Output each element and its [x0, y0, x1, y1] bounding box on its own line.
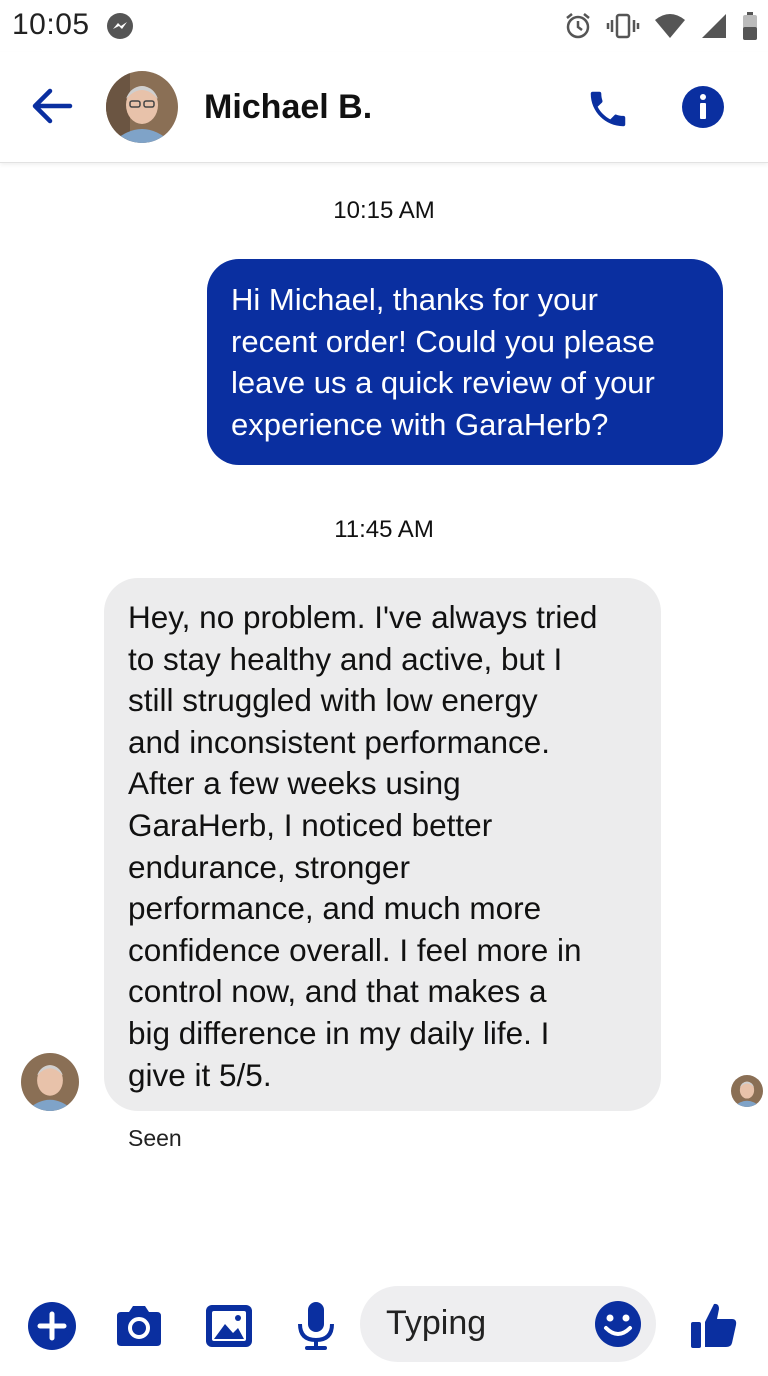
camera-icon[interactable] [113, 1300, 165, 1352]
status-time: 10:05 [12, 8, 90, 41]
status-bar: 10:05 [0, 0, 768, 52]
message-line: Hi Michael, thanks for your [231, 282, 598, 317]
alarm-icon [566, 13, 590, 39]
message-line: still struggled with low energy [128, 682, 538, 719]
message-line: give it 5/5. [128, 1056, 272, 1093]
messenger-icon [107, 13, 133, 39]
message-line: experience with GaraHerb? [231, 406, 609, 442]
message-line: recent order! Could you please [231, 323, 655, 359]
message-timestamp: 11:45 AM [334, 516, 434, 543]
signal-icon [702, 14, 726, 38]
contact-avatar[interactable] [106, 71, 178, 143]
message-line: After a few weeks using [128, 765, 461, 802]
chat-header: Michael B. [0, 52, 768, 163]
status-icons [564, 10, 758, 42]
outgoing-message-bubble[interactable]: Hi Michael, thanks for your recent order… [207, 259, 723, 465]
message-input-text[interactable]: Typing [386, 1304, 486, 1343]
message-line: big difference in my daily life. I [128, 1014, 550, 1051]
message-input[interactable]: Typing [360, 1286, 656, 1362]
message-line: endurance, stronger [128, 848, 410, 885]
incoming-message-bubble[interactable]: Hey, no problem. I've always tried to st… [104, 578, 661, 1111]
wifi-icon [655, 14, 685, 38]
microphone-icon[interactable] [290, 1300, 342, 1352]
info-icon[interactable] [680, 84, 726, 130]
emoji-icon[interactable] [594, 1300, 642, 1348]
message-line: GaraHerb, I noticed better [128, 806, 493, 843]
back-arrow-icon[interactable] [30, 86, 74, 126]
message-line: leave us a quick review of your [231, 365, 655, 400]
message-line: to stay healthy and active, but I [128, 640, 563, 677]
message-line: Hey, no problem. I've always tried [128, 599, 598, 635]
message-line: confidence overall. I feel more in [128, 931, 582, 968]
battery-icon [743, 12, 757, 40]
message-timestamp: 10:15 AM [333, 197, 435, 224]
seen-label: Seen [128, 1125, 182, 1151]
phone-icon[interactable] [585, 86, 631, 132]
thumbs-up-icon[interactable] [688, 1300, 740, 1352]
gallery-icon[interactable] [203, 1300, 255, 1352]
sender-avatar[interactable] [21, 1053, 79, 1111]
message-line: and inconsistent performance. [128, 723, 550, 760]
message-line: performance, and much more [128, 890, 542, 927]
message-line: control now, and that makes a [128, 973, 547, 1010]
contact-name[interactable]: Michael B. [204, 88, 372, 127]
vibrate-icon [606, 13, 640, 39]
read-receipt-avatar [731, 1075, 763, 1107]
plus-icon[interactable] [26, 1300, 78, 1352]
